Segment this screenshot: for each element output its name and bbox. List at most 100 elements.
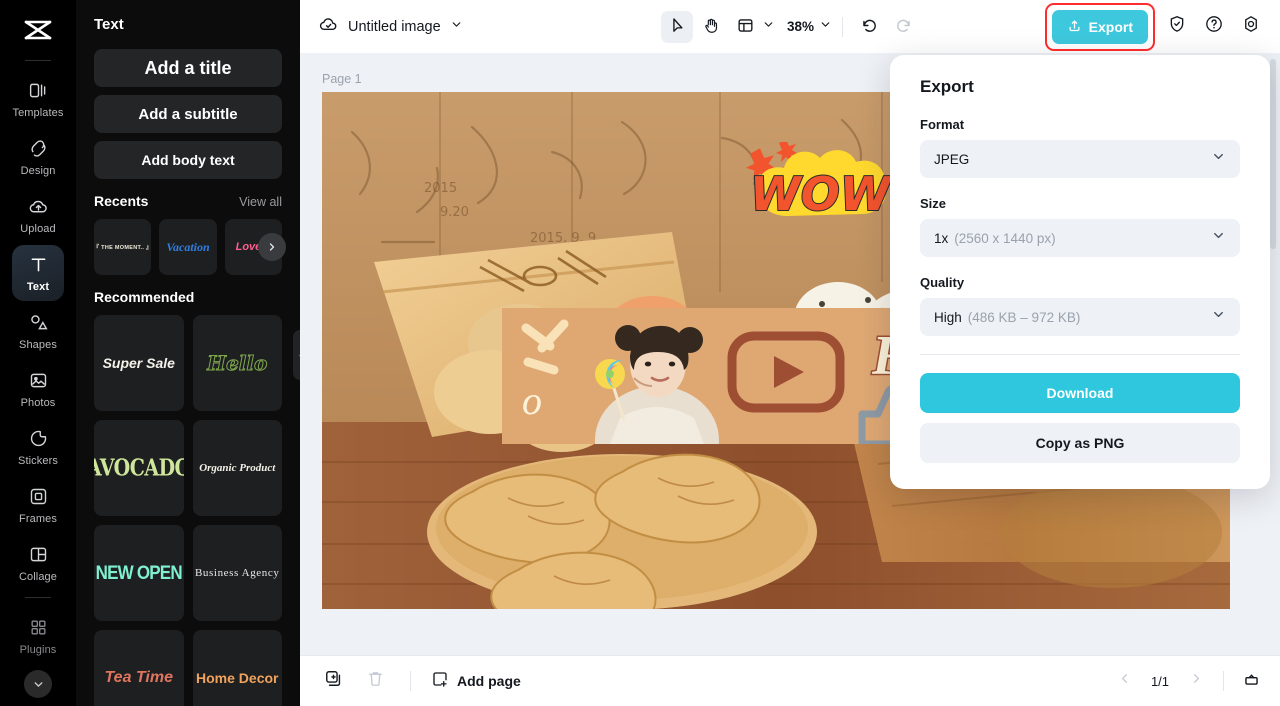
recommended-heading: Recommended xyxy=(94,289,195,305)
add-body-text-button[interactable]: Add body text xyxy=(94,141,282,179)
template-label: Home Decor xyxy=(196,670,279,686)
template-card[interactable]: Business Agency xyxy=(192,525,282,621)
sidebar-item-text[interactable]: Text xyxy=(12,245,64,301)
add-title-button[interactable]: Add a title xyxy=(94,49,282,87)
sidebar-item-plugins[interactable]: Plugins xyxy=(12,608,64,664)
template-card[interactable]: Home Decor xyxy=(192,630,282,706)
page-thumbnails-button[interactable] xyxy=(1236,666,1266,696)
delete-page-button[interactable] xyxy=(360,666,390,696)
sidebar-item-design[interactable]: Design xyxy=(12,129,64,185)
select-tool-button[interactable] xyxy=(660,10,693,43)
help-button[interactable] xyxy=(1199,12,1229,42)
copy-as-png-button[interactable]: Copy as PNG xyxy=(920,423,1240,463)
size-value: 1x xyxy=(934,230,949,246)
toolbar-divider xyxy=(842,16,844,37)
export-upload-icon xyxy=(1067,18,1082,36)
quality-select[interactable]: High (486 KB – 972 KB) xyxy=(920,298,1240,336)
top-right-actions: Export xyxy=(1044,2,1266,51)
rail-divider-bottom xyxy=(25,597,51,598)
template-card[interactable]: Super Sale xyxy=(94,315,184,411)
sidebar-item-templates[interactable]: Templates xyxy=(12,71,64,127)
sidebar-item-shapes[interactable]: Shapes xyxy=(12,303,64,359)
settings-button[interactable] xyxy=(1236,12,1266,42)
sidebar-item-label: Design xyxy=(20,164,56,177)
layout-panel-button[interactable] xyxy=(729,11,761,43)
svg-text:WOW: WOW xyxy=(750,167,893,221)
recent-item[interactable]: 『 THE MOMENT.. 』 xyxy=(94,219,152,275)
recents-heading: Recents xyxy=(94,193,149,209)
page-navigation: 1/1 xyxy=(1109,666,1266,696)
sidebar-item-stickers[interactable]: Stickers xyxy=(12,419,64,475)
bottom-divider xyxy=(410,671,411,691)
plugins-icon xyxy=(29,617,48,639)
view-all-link[interactable]: View all xyxy=(239,195,282,209)
sidebar-item-label: Photos xyxy=(20,396,56,409)
page-label: Page 1 xyxy=(322,72,362,86)
recents-header: Recents View all xyxy=(94,193,282,209)
sidebar-item-upload[interactable]: Upload xyxy=(12,187,64,243)
add-page-button[interactable]: Add page xyxy=(431,670,521,693)
size-select[interactable]: 1x (2560 x 1440 px) xyxy=(920,219,1240,257)
export-popover-title: Export xyxy=(920,77,974,96)
template-card[interactable]: Hello xyxy=(192,315,282,411)
template-label: NEW OPEN xyxy=(95,561,183,584)
hand-pan-icon xyxy=(701,16,720,38)
layout-tool-button[interactable] xyxy=(729,11,775,43)
chevron-down-icon xyxy=(819,18,832,36)
page-thumbnails-icon xyxy=(1242,669,1261,693)
help-circle-icon xyxy=(1204,14,1224,39)
cloud-saved-icon xyxy=(318,14,339,40)
recent-item[interactable]: Vacation xyxy=(159,219,217,275)
pager-divider xyxy=(1223,671,1224,691)
hand-tool-button[interactable] xyxy=(695,11,727,43)
sidebar-item-label: Stickers xyxy=(18,454,58,467)
template-card[interactable]: NEW OPEN xyxy=(94,525,184,621)
document-title-button[interactable]: Untitled image xyxy=(318,14,463,40)
shapes-icon xyxy=(28,312,49,334)
undo-icon xyxy=(860,16,879,38)
recommended-grid: Super Sale Hello AVOCADO Organic Product… xyxy=(94,315,282,706)
chevron-down-icon xyxy=(762,18,775,36)
chevron-right-icon xyxy=(1189,671,1204,691)
quality-detail: (486 KB – 972 KB) xyxy=(967,309,1081,325)
sidebar-item-collage[interactable]: Collage xyxy=(12,535,64,591)
duplicate-page-button[interactable] xyxy=(318,666,348,696)
panel-title: Text xyxy=(94,16,124,33)
recent-label: 『 THE MOMENT.. 』 xyxy=(94,245,152,251)
size-detail: (2560 x 1440 px) xyxy=(954,230,1056,246)
trash-icon xyxy=(366,669,385,693)
text-panel: Text Add a title Add a subtitle Add body… xyxy=(76,0,300,706)
template-card[interactable]: Organic Product xyxy=(192,420,282,516)
undo-button[interactable] xyxy=(853,11,885,43)
next-page-button[interactable] xyxy=(1181,666,1211,696)
canvas-scrollbar[interactable] xyxy=(1270,59,1276,249)
template-card[interactable]: AVOCADO xyxy=(94,420,184,516)
panel-collapse-handle[interactable] xyxy=(293,330,300,380)
add-subtitle-button[interactable]: Add a subtitle xyxy=(94,95,282,133)
zoom-control[interactable]: 38% xyxy=(777,18,832,36)
redo-button[interactable] xyxy=(887,11,919,43)
export-button[interactable]: Export xyxy=(1051,9,1148,44)
prev-page-button[interactable] xyxy=(1109,666,1139,696)
zoom-level: 38% xyxy=(786,19,815,34)
format-label: Format xyxy=(920,117,965,132)
chevron-down-icon xyxy=(1211,307,1226,327)
frames-icon xyxy=(28,486,49,508)
duplicate-page-icon xyxy=(324,669,343,693)
templates-icon xyxy=(28,80,49,102)
download-button[interactable]: Download xyxy=(920,373,1240,413)
size-label: Size xyxy=(920,196,947,211)
export-popover: Export Format JPEG Size 1x (2560 x 1440 … xyxy=(890,55,1270,489)
template-label: Tea Time xyxy=(104,669,173,686)
shield-check-button[interactable] xyxy=(1162,12,1192,42)
redo-icon xyxy=(894,16,913,38)
sidebar-item-label: Plugins xyxy=(19,643,57,656)
sidebar-item-frames[interactable]: Frames xyxy=(12,477,64,533)
capcut-logo-icon[interactable] xyxy=(18,10,58,50)
format-select[interactable]: JPEG xyxy=(920,140,1240,178)
main-area: Untitled image 38% Export Page 1 9.20 20… xyxy=(300,0,1280,706)
template-card[interactable]: Tea Time xyxy=(94,630,184,706)
rail-expand-button[interactable] xyxy=(24,670,52,698)
sidebar-item-photos[interactable]: Photos xyxy=(12,361,64,417)
recents-next-button[interactable] xyxy=(258,233,286,261)
